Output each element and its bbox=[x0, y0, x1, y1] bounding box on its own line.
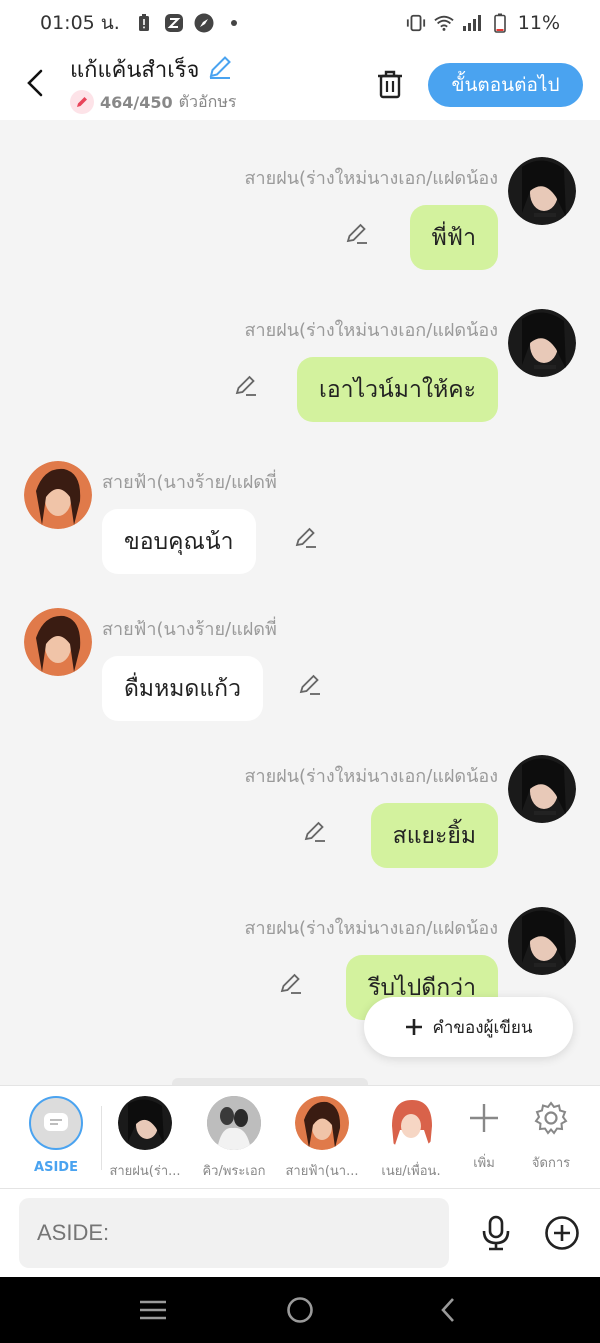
sender-name: สายฟ้า(นางร้าย/แฝดพี่ bbox=[102, 472, 277, 493]
next-step-button[interactable]: ขั้นตอนต่อไป bbox=[428, 63, 583, 107]
scroll-handle[interactable] bbox=[172, 1078, 368, 1085]
message-bubble[interactable]: พี่ฟ้า bbox=[409, 205, 498, 270]
sender-name: สายฝน(ร่างใหม่นางเอก/แฝดน้อง bbox=[244, 320, 498, 341]
pencil-badge-icon bbox=[70, 90, 94, 114]
attach-button[interactable] bbox=[542, 1213, 582, 1253]
title-block: แก้แค้นสำเร็จ 464/450 ตัวอักษร bbox=[70, 52, 236, 115]
character-item[interactable]: สายฟ้า(นา... bbox=[277, 1096, 367, 1181]
sender-name: สายฝน(ร่างใหม่นางเอก/แฝดน้อง bbox=[244, 918, 498, 939]
status-notification-icons bbox=[134, 13, 244, 33]
edit-message-icon[interactable] bbox=[343, 219, 371, 247]
delete-button[interactable] bbox=[372, 66, 408, 102]
char-count-unit: ตัวอักษร bbox=[178, 91, 237, 111]
edit-message-icon[interactable] bbox=[277, 969, 305, 997]
message-row: สายฝน(ร่างใหม่นางเอก/แฝดน้อง พี่ฟ้า bbox=[0, 157, 600, 277]
microphone-icon bbox=[482, 1215, 510, 1251]
author-note-button[interactable]: คำของผู้เขียน bbox=[364, 997, 573, 1057]
battery-icon bbox=[490, 13, 510, 33]
message-row: สายฝน(ร่างใหม่นางเอก/แฝดน้อง เอาไวน์มาให… bbox=[0, 309, 600, 429]
trash-icon bbox=[378, 70, 402, 99]
gear-icon bbox=[531, 1098, 571, 1138]
wifi-icon bbox=[434, 13, 454, 33]
character-item[interactable]: เนย/เพื่อน. bbox=[366, 1096, 456, 1181]
avatar-saifah[interactable] bbox=[24, 608, 92, 676]
avatar-saifah[interactable] bbox=[24, 461, 92, 529]
message-bubble[interactable]: สแยะยิ้ม bbox=[370, 803, 498, 868]
character-avatar bbox=[207, 1096, 261, 1150]
sender-name: สายฟ้า(นางร้าย/แฝดพี่ bbox=[102, 619, 277, 640]
message-bubble[interactable]: เอาไวน์มาให้คะ bbox=[296, 357, 498, 422]
message-bubble[interactable]: ขอบคุณน้า bbox=[102, 509, 256, 574]
status-bar: 01:05 น. 11% bbox=[0, 0, 600, 46]
system-back-button[interactable] bbox=[417, 1280, 477, 1340]
character-item[interactable]: สายฝน(ร่า... bbox=[100, 1096, 190, 1181]
sender-name: สายฝน(ร่างใหม่นางเอก/แฝดน้อง bbox=[244, 766, 498, 787]
character-avatar bbox=[295, 1096, 349, 1150]
system-nav-bar bbox=[0, 1277, 600, 1343]
app-z-icon bbox=[164, 13, 184, 33]
input-bar bbox=[0, 1189, 600, 1277]
edit-message-icon[interactable] bbox=[296, 670, 324, 698]
sender-name: สายฝน(ร่างใหม่นางเอก/แฝดน้อง bbox=[244, 168, 498, 189]
char-count-row: 464/450 ตัวอักษร bbox=[70, 90, 236, 115]
vibrate-icon bbox=[406, 13, 426, 33]
chevron-left-icon bbox=[440, 1298, 454, 1322]
avatar-saifon[interactable] bbox=[508, 755, 576, 823]
edit-message-icon[interactable] bbox=[292, 523, 320, 551]
menu-icon bbox=[140, 1300, 167, 1320]
dot-icon bbox=[224, 13, 244, 33]
char-count: 464/450 bbox=[100, 92, 173, 112]
message-input[interactable] bbox=[19, 1198, 449, 1268]
chat-bubble-icon bbox=[44, 1113, 68, 1131]
character-label: เนย/เพื่อน. bbox=[381, 1164, 441, 1179]
battery-percent: 11% bbox=[517, 12, 560, 34]
author-note-label: คำของผู้เขียน bbox=[432, 1017, 533, 1038]
edit-title-icon[interactable] bbox=[207, 54, 233, 84]
aside-label: ASIDE bbox=[34, 1160, 78, 1175]
manage-characters-label: จัดการ bbox=[531, 1156, 571, 1171]
edit-message-icon[interactable] bbox=[232, 371, 260, 399]
message-row: สายฟ้า(นางร้าย/แฝดพี่ ดื่มหมดแก้ว bbox=[0, 608, 600, 728]
plus-circle-icon bbox=[545, 1216, 579, 1250]
avatar-saifon[interactable] bbox=[508, 309, 576, 377]
add-character-button[interactable]: เพิ่ม bbox=[449, 1098, 519, 1173]
title-row: แก้แค้นสำเร็จ bbox=[70, 52, 236, 87]
chat-area[interactable]: สายฝน(ร่างใหม่นางเอก/แฝดน้อง พี่ฟ้า สายฝ… bbox=[0, 120, 600, 1085]
aside-avatar bbox=[29, 1096, 83, 1150]
character-label: สายฟ้า(นา... bbox=[285, 1164, 359, 1179]
message-row: สายฝน(ร่างใหม่นางเอก/แฝดน้อง สแยะยิ้ม bbox=[0, 755, 600, 875]
home-button[interactable] bbox=[270, 1280, 330, 1340]
recent-apps-button[interactable] bbox=[123, 1280, 183, 1340]
avatar-saifon[interactable] bbox=[508, 157, 576, 225]
message-bubble[interactable]: ดื่มหมดแก้ว bbox=[102, 656, 264, 721]
voice-button[interactable] bbox=[476, 1213, 516, 1253]
character-avatar bbox=[118, 1096, 172, 1150]
message-row: สายฟ้า(นางร้าย/แฝดพี่ ขอบคุณน้า bbox=[0, 461, 600, 581]
status-time: 01:05 น. bbox=[40, 12, 120, 34]
compass-icon bbox=[194, 13, 214, 33]
character-item[interactable]: คิว/พระเอก bbox=[189, 1096, 279, 1181]
back-button[interactable] bbox=[0, 46, 70, 120]
plus-icon bbox=[406, 1019, 423, 1035]
battery-alert-icon bbox=[134, 13, 154, 33]
plus-icon bbox=[464, 1098, 504, 1138]
character-label: สายฝน(ร่า... bbox=[109, 1164, 181, 1179]
character-bar: ASIDE สายฝน(ร่า... คิว/พระเอก สายฟ้า(นา.… bbox=[0, 1085, 600, 1189]
story-title: แก้แค้นสำเร็จ bbox=[70, 57, 200, 83]
character-aside[interactable]: ASIDE bbox=[11, 1096, 101, 1175]
header: แก้แค้นสำเร็จ 464/450 ตัวอักษร ขั้นตอนต่… bbox=[0, 46, 600, 120]
character-avatar bbox=[384, 1096, 438, 1150]
character-label: คิว/พระเอก bbox=[202, 1164, 266, 1179]
home-circle-icon bbox=[287, 1297, 313, 1323]
manage-characters-button[interactable]: จัดการ bbox=[516, 1098, 586, 1173]
edit-message-icon[interactable] bbox=[301, 817, 329, 845]
status-system-icons: 11% bbox=[406, 12, 560, 34]
avatar-saifon[interactable] bbox=[508, 907, 576, 975]
signal-icon bbox=[462, 13, 482, 33]
add-character-label: เพิ่ม bbox=[473, 1156, 495, 1171]
chevron-left-icon bbox=[27, 69, 43, 97]
